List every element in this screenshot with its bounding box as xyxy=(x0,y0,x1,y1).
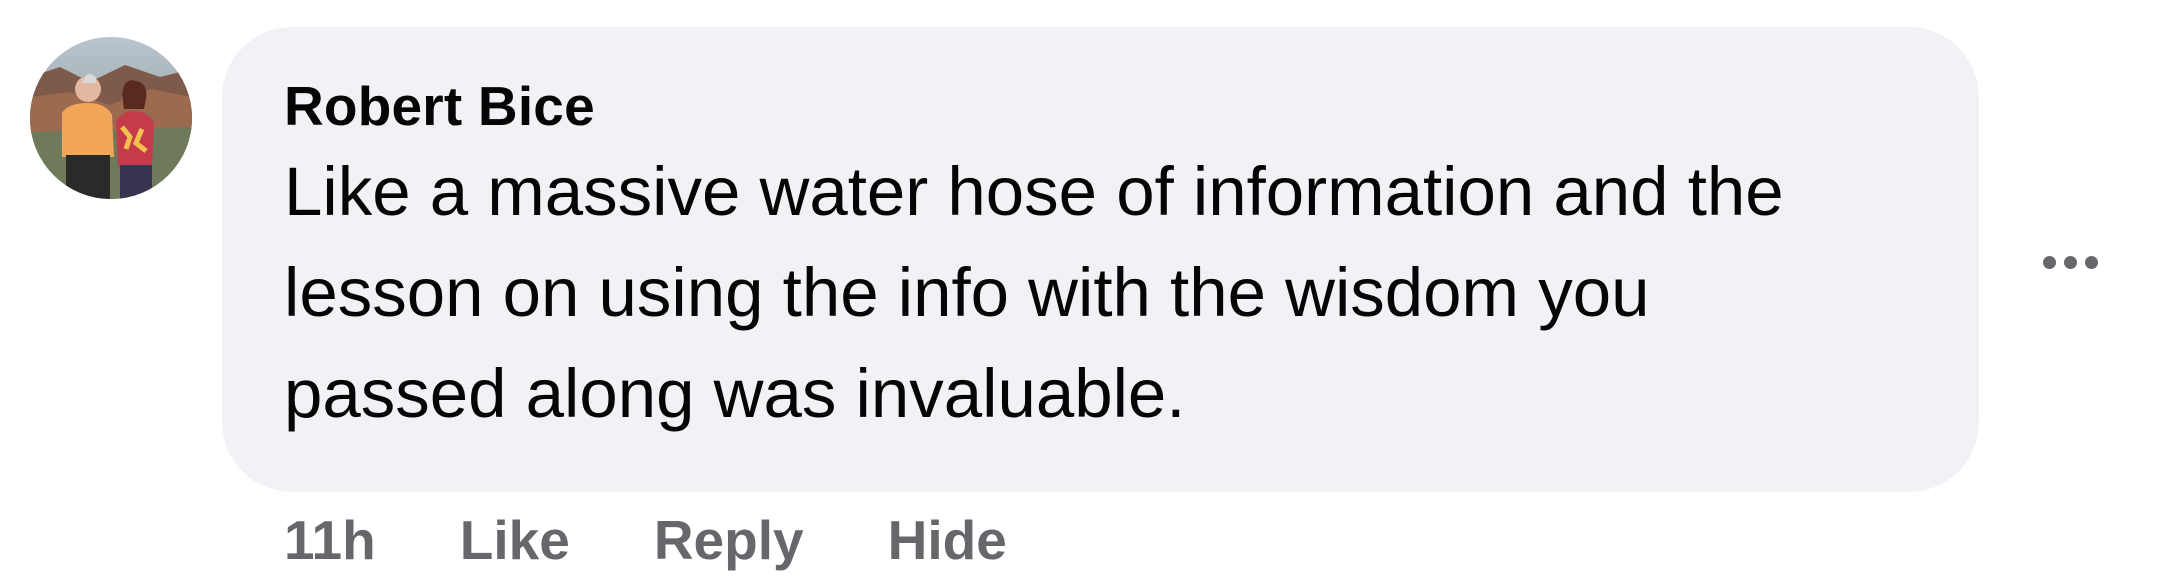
comment-timestamp[interactable]: 11h xyxy=(284,508,376,572)
comment-author-name[interactable]: Robert Bice xyxy=(284,73,1919,139)
avatar[interactable] xyxy=(30,37,192,199)
comment-text: Like a massive water hose of information… xyxy=(284,153,1784,432)
more-horizontal-icon-dot xyxy=(2084,255,2098,269)
more-options-button[interactable] xyxy=(2030,232,2110,292)
reply-button[interactable]: Reply xyxy=(654,508,804,572)
more-horizontal-icon xyxy=(2042,255,2056,269)
more-horizontal-icon-dot xyxy=(2063,255,2077,269)
profile-photo xyxy=(30,37,192,199)
comment: Robert Bice Like a massive water hose of… xyxy=(0,0,2158,582)
comment-bubble: Robert Bice Like a massive water hose of… xyxy=(222,27,1979,492)
comment-actions: 11h Like Reply Hide xyxy=(284,500,1091,580)
hide-button[interactable]: Hide xyxy=(888,508,1007,572)
like-button[interactable]: Like xyxy=(460,508,570,572)
